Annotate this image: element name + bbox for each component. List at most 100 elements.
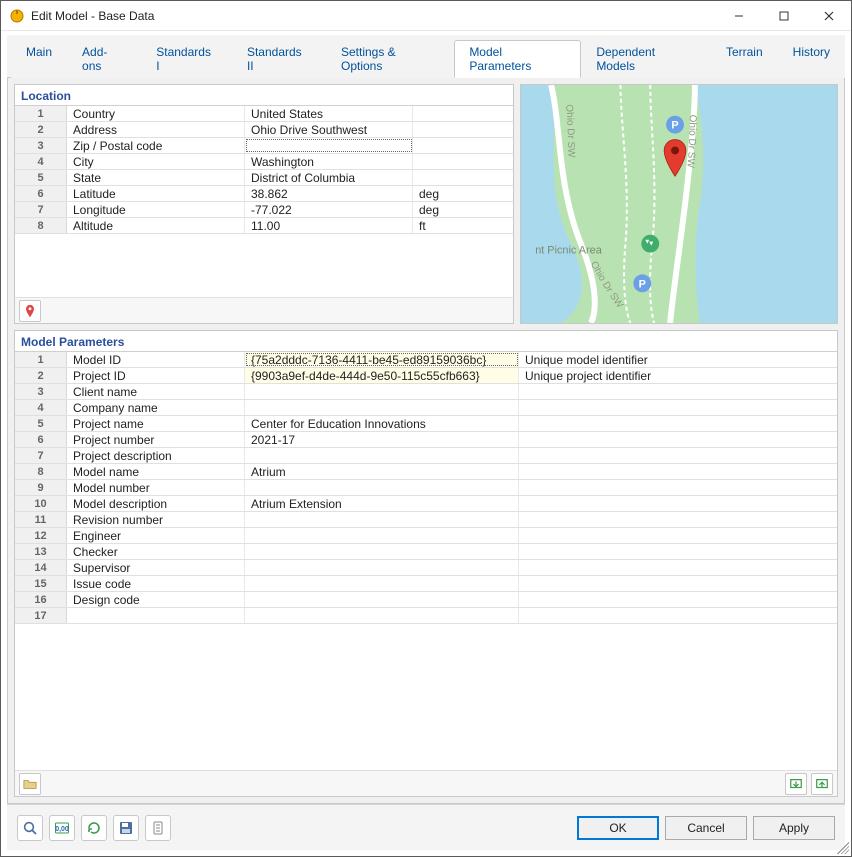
row-label: Country: [67, 106, 245, 121]
row-description: [519, 384, 837, 399]
row-value[interactable]: District of Columbia: [245, 170, 413, 185]
param-row[interactable]: 16Design code: [15, 592, 837, 608]
row-number: 5: [15, 170, 67, 185]
location-row[interactable]: 6Latitude38.862deg: [15, 186, 513, 202]
minimize-button[interactable]: [716, 1, 761, 30]
param-row[interactable]: 5Project nameCenter for Education Innova…: [15, 416, 837, 432]
location-toolbar: [15, 297, 513, 323]
row-label: Altitude: [67, 218, 245, 233]
row-value[interactable]: [245, 448, 519, 463]
row-value[interactable]: [245, 384, 519, 399]
maximize-button[interactable]: [761, 1, 806, 30]
row-label: Supervisor: [67, 560, 245, 575]
location-row[interactable]: 2AddressOhio Drive Southwest: [15, 122, 513, 138]
param-row[interactable]: 8Model nameAtrium: [15, 464, 837, 480]
param-row[interactable]: 14Supervisor: [15, 560, 837, 576]
row-value[interactable]: Atrium: [245, 464, 519, 479]
location-grid[interactable]: 1CountryUnited States2AddressOhio Drive …: [15, 105, 513, 297]
row-description: [519, 448, 837, 463]
row-number: 6: [15, 432, 67, 447]
map-pin-button[interactable]: [19, 300, 41, 322]
param-row[interactable]: 6Project number2021-17: [15, 432, 837, 448]
row-value[interactable]: 38.862: [245, 186, 413, 201]
row-label: Company name: [67, 400, 245, 415]
row-label: Project name: [67, 416, 245, 431]
location-row[interactable]: 5StateDistrict of Columbia: [15, 170, 513, 186]
row-label: Model number: [67, 480, 245, 495]
param-row[interactable]: 9Model number: [15, 480, 837, 496]
row-value[interactable]: Atrium Extension: [245, 496, 519, 511]
tab-model-parameters[interactable]: Model Parameters: [454, 40, 581, 78]
ok-button[interactable]: OK: [577, 816, 659, 840]
row-number: 6: [15, 186, 67, 201]
row-value[interactable]: [245, 544, 519, 559]
row-value[interactable]: [245, 512, 519, 527]
row-value[interactable]: [245, 576, 519, 591]
tab-main[interactable]: Main: [11, 40, 67, 78]
row-description: [519, 432, 837, 447]
tab-add-ons[interactable]: Add-ons: [67, 40, 141, 78]
param-row[interactable]: 15Issue code: [15, 576, 837, 592]
import-button[interactable]: [811, 773, 833, 795]
svg-text:nt Picnic Area: nt Picnic Area: [535, 245, 603, 257]
location-row[interactable]: 3Zip / Postal code: [15, 138, 513, 154]
model-parameters-grid[interactable]: 1Model ID{75a2dddc-7136-4411-be45-ed8915…: [15, 351, 837, 770]
tab-standards-ii[interactable]: Standards II: [232, 40, 326, 78]
row-value[interactable]: Washington: [245, 154, 413, 169]
row-description: [519, 400, 837, 415]
param-row[interactable]: 13Checker: [15, 544, 837, 560]
row-value[interactable]: [245, 400, 519, 415]
param-row[interactable]: 2Project ID{9903a9ef-d4de-444d-9e50-115c…: [15, 368, 837, 384]
row-value[interactable]: [245, 138, 413, 153]
window-title: Edit Model - Base Data: [31, 9, 154, 23]
open-folder-button[interactable]: [19, 773, 41, 795]
param-row[interactable]: 11Revision number: [15, 512, 837, 528]
refresh-icon-button[interactable]: [81, 815, 107, 841]
row-value[interactable]: 2021-17: [245, 432, 519, 447]
clipboard-icon-button[interactable]: [145, 815, 171, 841]
row-number: 2: [15, 368, 67, 383]
tab-standards-i[interactable]: Standards I: [141, 40, 232, 78]
row-value[interactable]: United States: [245, 106, 413, 121]
row-value[interactable]: {75a2dddc-7136-4411-be45-ed89159036bc}: [245, 352, 519, 367]
apply-button[interactable]: Apply: [753, 816, 835, 840]
tab-dependent-models[interactable]: Dependent Models: [581, 40, 711, 78]
svg-text:P: P: [639, 278, 646, 290]
param-row[interactable]: 7Project description: [15, 448, 837, 464]
row-value[interactable]: [245, 592, 519, 607]
save-settings-icon-button[interactable]: [113, 815, 139, 841]
location-row[interactable]: 4CityWashington: [15, 154, 513, 170]
location-row[interactable]: 7Longitude-77.022deg: [15, 202, 513, 218]
tab-terrain[interactable]: Terrain: [711, 40, 778, 78]
param-row[interactable]: 1Model ID{75a2dddc-7136-4411-be45-ed8915…: [15, 352, 837, 368]
param-row[interactable]: 10Model descriptionAtrium Extension: [15, 496, 837, 512]
location-row[interactable]: 8Altitude11.00ft: [15, 218, 513, 234]
row-value[interactable]: 11.00: [245, 218, 413, 233]
resize-grip[interactable]: [837, 842, 849, 854]
row-value[interactable]: {9903a9ef-d4de-444d-9e50-115c55cfb663}: [245, 368, 519, 383]
row-value[interactable]: [245, 608, 519, 623]
units-icon-button[interactable]: 0,00: [49, 815, 75, 841]
param-row[interactable]: 12Engineer: [15, 528, 837, 544]
row-value[interactable]: Ohio Drive Southwest: [245, 122, 413, 137]
cancel-button[interactable]: Cancel: [665, 816, 747, 840]
close-button[interactable]: [806, 1, 851, 30]
row-label: Issue code: [67, 576, 245, 591]
map-preview[interactable]: Ohio Dr SW Ohio Dr SW Ohio Dr SW nt Picn…: [520, 84, 838, 324]
search-icon-button[interactable]: [17, 815, 43, 841]
param-row[interactable]: 17: [15, 608, 837, 624]
param-row[interactable]: 4Company name: [15, 400, 837, 416]
row-value[interactable]: Center for Education Innovations: [245, 416, 519, 431]
tab-settings-options[interactable]: Settings & Options: [326, 40, 454, 78]
row-value[interactable]: [245, 480, 519, 495]
row-label: Address: [67, 122, 245, 137]
param-row[interactable]: 3Client name: [15, 384, 837, 400]
export-button[interactable]: [785, 773, 807, 795]
row-value[interactable]: -77.022: [245, 202, 413, 217]
row-label: Revision number: [67, 512, 245, 527]
row-value[interactable]: [245, 560, 519, 575]
location-row[interactable]: 1CountryUnited States: [15, 106, 513, 122]
tab-history[interactable]: History: [778, 40, 845, 78]
row-number: 3: [15, 384, 67, 399]
row-value[interactable]: [245, 528, 519, 543]
